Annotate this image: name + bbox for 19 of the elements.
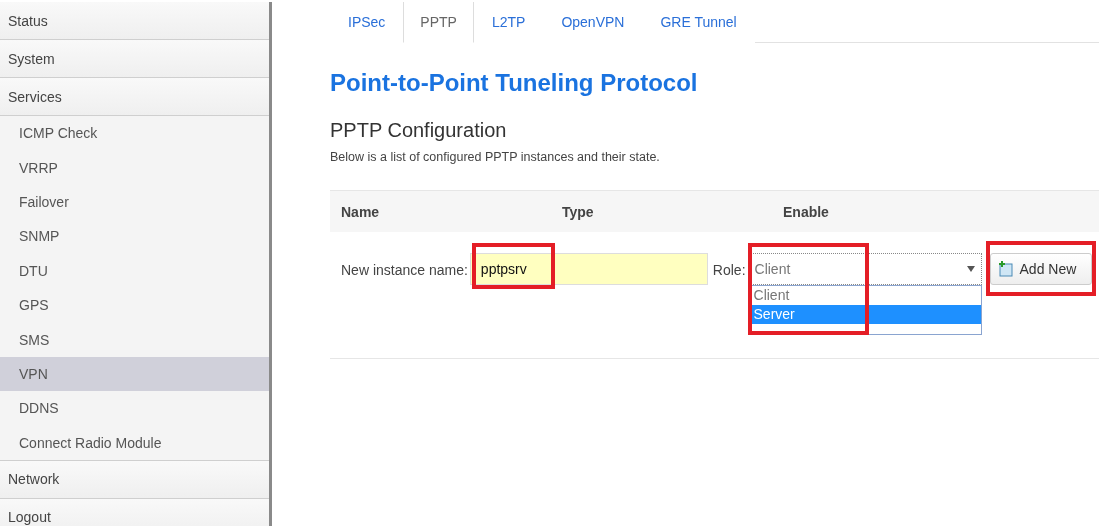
caret-icon — [966, 266, 975, 272]
input-field[interactable]: pptpsrv — [469, 253, 708, 285]
field-label: New instance name: — [341, 262, 468, 278]
section-title: PPTP Configuration — [330, 119, 508, 142]
section-description: Below is a list of configured PPTP instances and their state. — [330, 150, 661, 164]
add-document-icon — [997, 261, 1014, 277]
add-new-button[interactable]: Add New — [989, 253, 1092, 285]
tab[interactable]: PPTP — [403, 2, 474, 43]
page-title: Point-to-Point Tuneling Protocol — [330, 69, 699, 97]
sidebar-item[interactable]: Network — [0, 460, 269, 499]
column-header: Name — [340, 203, 381, 220]
sidebar-item[interactable]: Logout — [0, 498, 269, 526]
sidebar-item[interactable]: Services — [0, 78, 269, 116]
sidebar-item[interactable]: Status — [0, 2, 269, 40]
sidebar-item[interactable]: System — [0, 40, 269, 78]
sidebar-subitem[interactable]: VPN — [0, 356, 269, 392]
column-header: Enable — [782, 203, 830, 220]
field-label: Role: — [712, 262, 746, 278]
column-header: Type — [561, 203, 595, 220]
